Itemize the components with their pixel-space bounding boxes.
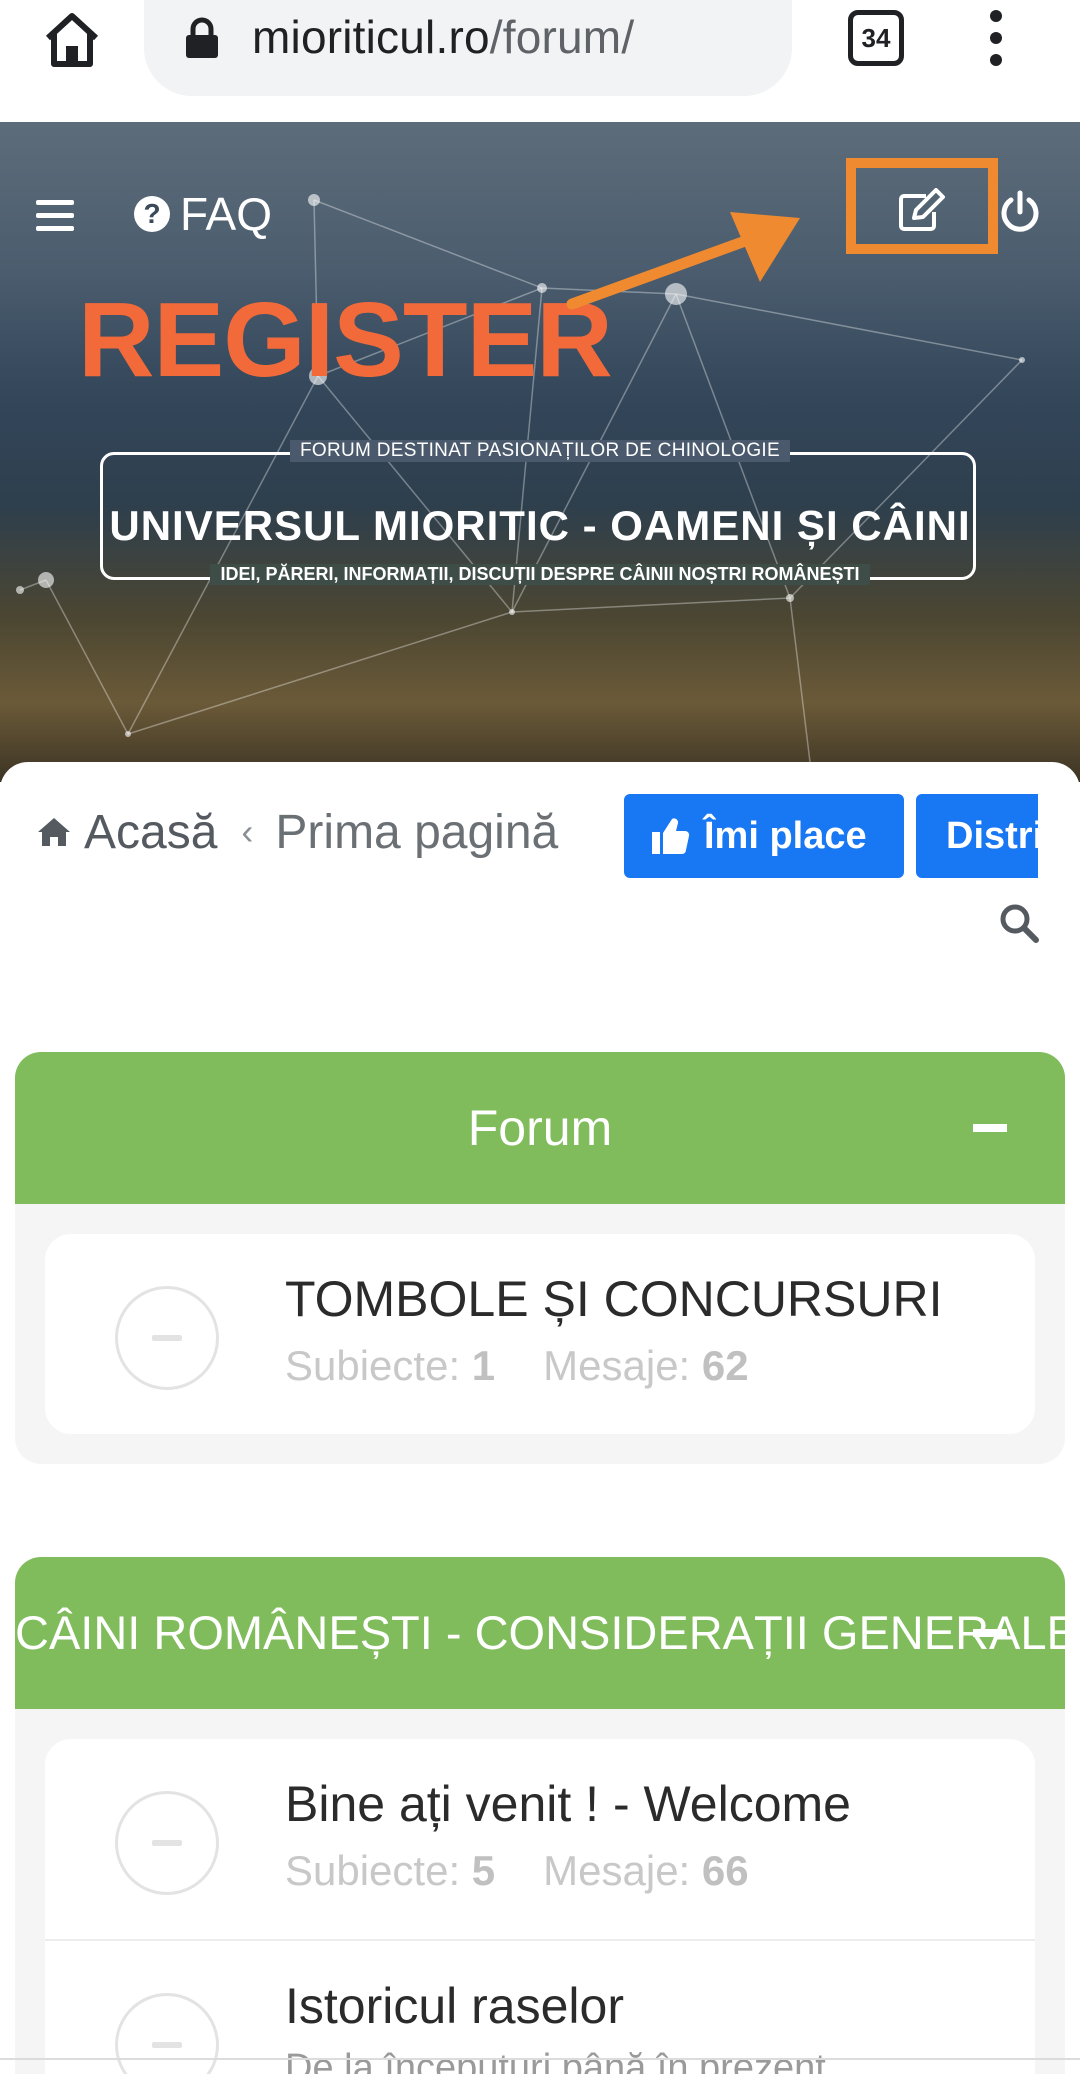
forum-title[interactable]: TOMBOLE ȘI CONCURSURI	[285, 1270, 943, 1328]
tagline-bottom: IDEI, PĂRERI, INFORMAȚII, DISCUȚII DESPR…	[210, 564, 870, 585]
forum-row[interactable]: Istoricul raselor De la începuturi până …	[45, 1939, 1035, 2074]
breadcrumb-separator: ‹	[241, 811, 254, 852]
facebook-share-button[interactable]: Distribuie	[916, 794, 1038, 878]
forum-description: De la începuturi până în prezent	[285, 2047, 826, 2074]
thumbs-up-icon	[652, 818, 690, 854]
category-title[interactable]: CÂINI ROMÂNEȘTI - CONSIDERAȚII GENERALE	[15, 1557, 1065, 1709]
category-title[interactable]: Forum	[15, 1052, 1065, 1204]
login-power-icon[interactable]	[998, 190, 1042, 234]
forum-status-icon	[115, 1791, 219, 1895]
forum-stats: Subiecte: 5 Mesaje: 66	[285, 1847, 749, 1895]
url-text[interactable]: mioriticul.ro/forum/	[252, 10, 634, 64]
forum-title[interactable]: Bine ați venit ! - Welcome	[285, 1775, 851, 1833]
site-header: ? FAQ REGISTER FORUM DESTINAT PASIONAȚIL…	[0, 122, 1080, 782]
topics-label: Subiecte:	[285, 1342, 461, 1389]
forum-status-icon	[115, 1286, 219, 1390]
main-content: Acasă ‹ Prima pagină Îmi place Distribui…	[0, 762, 1080, 2074]
breadcrumb-current[interactable]: Prima pagină	[275, 805, 558, 860]
breadcrumb: Acasă ‹ Prima pagină	[36, 804, 558, 860]
topics-label: Subiecte:	[285, 1847, 461, 1894]
page: mioriticul.ro/forum/ 34 ? FAQ REGISTER F…	[0, 0, 1080, 2074]
browser-menu-icon[interactable]	[980, 10, 1014, 66]
bottom-divider	[0, 2058, 1080, 2060]
site-title[interactable]: UNIVERSUL MIORITIC - OAMENI ȘI CÂINI	[0, 502, 1080, 550]
lock-icon	[186, 17, 218, 58]
home-icon[interactable]	[40, 8, 104, 72]
collapse-icon[interactable]	[973, 1124, 1007, 1132]
posts-label: Mesaje:	[543, 1847, 691, 1894]
category-header[interactable]: Forum	[15, 1052, 1065, 1204]
browser-toolbar: mioriticul.ro/forum/ 34	[0, 0, 1080, 122]
share-label: Distribuie	[946, 815, 1038, 857]
forum-list: Bine ați venit ! - Welcome Subiecte: 5 Me…	[45, 1739, 1035, 2074]
forum-row[interactable]: TOMBOLE ȘI CONCURSURI Subiecte: 1 Mesaje:…	[45, 1234, 1035, 1434]
posts-count: 62	[701, 1342, 749, 1389]
forum-category: Forum TOMBOLE ȘI CONCURSURI Subiecte: 1M…	[15, 1052, 1065, 1464]
topics-count: 5	[471, 1847, 496, 1894]
url-domain: mioriticul.ro	[252, 11, 490, 63]
breadcrumb-home[interactable]: Acasă	[84, 805, 217, 860]
forum-list: TOMBOLE ȘI CONCURSURI Subiecte: 1 Mesaje:…	[45, 1234, 1035, 1434]
tagline-top: FORUM DESTINAT PASIONAȚILOR DE CHINOLOGI…	[290, 440, 790, 462]
url-path: /forum/	[489, 11, 635, 63]
register-icon[interactable]	[896, 188, 946, 234]
posts-label: Mesaje:	[543, 1342, 691, 1389]
forum-category: CÂINI ROMÂNEȘTI - CONSIDERAȚII GENERALE …	[15, 1557, 1065, 2074]
topics-count: 1	[471, 1342, 496, 1389]
collapse-icon[interactable]	[973, 1629, 1007, 1637]
home-icon[interactable]	[36, 816, 72, 848]
forum-title[interactable]: Istoricul raselor	[285, 1977, 624, 2035]
like-label: Îmi place	[704, 814, 867, 857]
category-header[interactable]: CÂINI ROMÂNEȘTI - CONSIDERAȚII GENERALE	[15, 1557, 1065, 1709]
search-icon[interactable]	[998, 902, 1040, 944]
facebook-like-button[interactable]: Îmi place	[624, 794, 904, 878]
tab-switcher-button[interactable]: 34	[848, 10, 904, 66]
forum-row[interactable]: Bine ați venit ! - Welcome Subiecte: 5 Me…	[45, 1739, 1035, 1939]
posts-count: 66	[701, 1847, 749, 1894]
forum-status-icon	[115, 1993, 219, 2074]
forum-stats: Subiecte: 1 Mesaje: 62	[285, 1342, 749, 1390]
